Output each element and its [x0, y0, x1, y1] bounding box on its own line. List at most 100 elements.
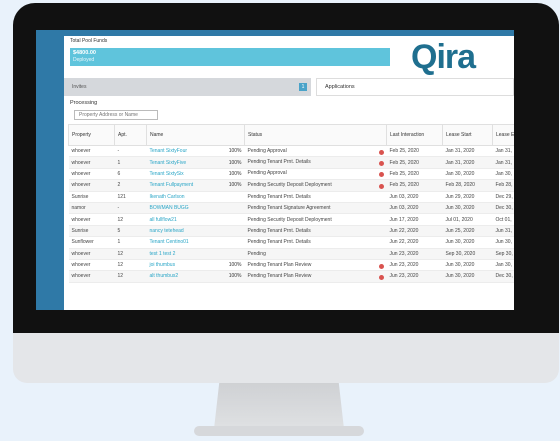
table-row[interactable]: whoever 1 100% Tenant SixtyFive Pending Tena… — [68, 156, 514, 169]
table-row[interactable]: whoever 6 100% Tenant SixtySix Pending Appro… — [68, 168, 514, 181]
progress-percent: 100% — [228, 148, 242, 155]
cell-apt-text: 5 — [117, 227, 121, 234]
cell-lease-end-text: Jan 30, — [495, 262, 512, 269]
cell-apt: 12 — [114, 248, 147, 260]
monitor-chin — [13, 333, 559, 383]
cell-name[interactable]: nancy tetehead — [146, 225, 245, 238]
search-input[interactable] — [74, 110, 158, 120]
cell-name[interactable]: Tenant Centino01 — [146, 236, 245, 249]
table-row[interactable]: whoever 12 test 1 test 2 Pending Jun 23, 202… — [68, 248, 514, 260]
cell-apt: 6 — [114, 168, 147, 181]
cell-apt-text: 12 — [117, 250, 124, 257]
cell-property: Sunflower — [68, 236, 115, 249]
cell-name[interactable]: Ikenath Carlson — [146, 191, 245, 203]
cell-last-interaction-text: Jun 03, 2020 — [389, 193, 419, 200]
cell-name[interactable]: 100% Tenant SixtyFive — [146, 156, 245, 169]
cell-apt-text: 12 — [117, 262, 124, 269]
cell-lease-end: Dec 30, — [492, 202, 514, 215]
cell-last-interaction-text: Jun 22, 2020 — [389, 227, 419, 234]
cell-last-interaction: Feb 25, 2020 — [386, 168, 443, 181]
cell-property: whoever — [68, 259, 115, 272]
cell-name-text: Tenant Fullpayment — [149, 182, 194, 189]
cell-property: whoever — [68, 248, 115, 260]
cell-property: Sunrise — [68, 191, 115, 203]
cell-lease-end: Jun 31, — [492, 225, 514, 238]
cell-lease-end-text: Jun 30, — [495, 239, 512, 246]
cell-status: Pending Security Deposit Deployment — [244, 179, 387, 192]
progress-percent: 100% — [228, 170, 242, 177]
table-row[interactable]: whoever 12 all fullflow21 Pending Security … — [68, 213, 514, 226]
funds-progress-bar: $4800.00 Deployed — [70, 48, 390, 66]
table-row[interactable]: Sunrise 5 nancy tetehead Pending Tenant Prn… — [68, 225, 514, 238]
cell-property: whoever — [68, 213, 115, 226]
col-header-property[interactable]: Property — [68, 124, 115, 146]
alert-icon — [378, 172, 384, 178]
cell-name[interactable]: 100% Tenant Fullpayment — [146, 179, 245, 192]
cell-name-text: Tenant SixtyFive — [149, 159, 187, 166]
cell-status: Pending — [244, 248, 387, 260]
cell-name[interactable]: 100% Tenant SixtyFour — [146, 145, 245, 158]
cell-last-interaction: Jun 23, 2020 — [386, 259, 443, 272]
col-header-name[interactable]: Name — [146, 124, 245, 146]
col-header-lease-end[interactable]: Lease End — [492, 124, 514, 146]
cell-lease-start-text: Jun 30, 2020 — [445, 262, 475, 269]
cell-lease-start-text: Jun 29, 2020 — [445, 193, 475, 200]
cell-name[interactable]: 100% Tenant SixtySix — [146, 168, 245, 181]
cell-lease-start-text: Jan 31, 2020 — [445, 159, 475, 166]
col-header-status[interactable]: Status — [244, 124, 387, 146]
cell-status: Pending Tenant Prnt. Details — [244, 156, 387, 169]
funds-label: Total Pool Funds — [70, 38, 108, 44]
tab-invites[interactable]: Invites 1 — [64, 78, 311, 96]
cell-status: Pending Tenant Plan Review — [244, 259, 387, 272]
cell-lease-end: Jun 30, — [492, 236, 514, 249]
cell-property: whoever — [68, 179, 115, 192]
cell-apt: 12 — [114, 213, 147, 226]
cell-apt: 2 — [114, 179, 147, 192]
cell-status-text: Pending Tenant Prnt. Details — [247, 239, 311, 246]
cell-name[interactable]: test 1 test 2 — [146, 248, 245, 260]
cell-status-text: Pending Tenant Plan Review — [247, 272, 312, 279]
cell-last-interaction: Jun 17, 2020 — [386, 213, 443, 226]
table-row[interactable]: whoever 12 100% joi thumbus Pending Tenant P… — [68, 259, 514, 272]
cell-name[interactable]: all fullflow21 — [146, 213, 245, 226]
progress-percent: 100% — [228, 262, 242, 269]
funds-amount: $4800.00 — [73, 50, 96, 56]
cell-apt: 1 — [114, 236, 147, 249]
cell-property-text: Sunflower — [71, 239, 94, 246]
cell-status: Pending Tenant Prnt. Details — [244, 191, 387, 203]
table-row[interactable]: namor - BOWMAN BUGG Pending Tenant Signatur… — [68, 202, 514, 215]
cell-status-text: Pending Approval — [247, 147, 287, 154]
cell-name[interactable]: BOWMAN BUGG — [146, 202, 245, 215]
cell-apt-text: - — [117, 205, 120, 212]
invites-count-badge: 1 — [299, 83, 307, 91]
cell-status-text: Pending Tenant Plan Review — [247, 261, 312, 268]
cell-name[interactable]: 100% alt thumbus2 — [146, 270, 245, 283]
tab-applications[interactable]: Applications — [316, 78, 514, 96]
cell-status-text: Pending Tenant Signature Agreement — [247, 205, 331, 212]
cell-lease-end: Jan 31, — [492, 145, 514, 158]
col-header-lease-start[interactable]: Lease Start — [442, 124, 493, 146]
table-row[interactable]: whoever 2 100% Tenant Fullpayment Pending Se… — [68, 179, 514, 192]
cell-property-text: Sunrise — [71, 227, 89, 234]
cell-status: Pending Approval — [244, 145, 387, 158]
cell-status: Pending Tenant Prnt. Details — [244, 225, 387, 238]
cell-lease-start: Feb 28, 2020 — [442, 179, 493, 192]
table-row[interactable]: whoever 12 100% alt thumbus2 Pending Tenant … — [68, 270, 514, 283]
col-header-apt[interactable]: Apt. — [114, 124, 147, 146]
cell-lease-end-text: Jan 31, — [495, 148, 512, 155]
table-row[interactable]: Sunrise 121 Ikenath Carlson Pending Tenant … — [68, 191, 514, 203]
alert-icon — [378, 183, 384, 189]
col-header-last-interaction[interactable]: Last Interaction — [386, 124, 443, 146]
cell-name[interactable]: 100% joi thumbus — [146, 259, 245, 272]
cell-last-interaction: Feb 25, 2020 — [386, 145, 443, 158]
table-row[interactable]: Sunflower 1 Tenant Centino01 Pending Tenant… — [68, 236, 514, 249]
table-row[interactable]: whoever - 100% Tenant SixtyFour Pending Appr… — [68, 145, 514, 158]
cell-status-text: Pending Approval — [247, 170, 287, 177]
cell-apt: 12 — [114, 270, 147, 283]
cell-lease-start-text: Jun 30, 2020 — [445, 273, 475, 280]
cell-property: namor — [68, 202, 115, 215]
cell-last-interaction: Jun 03, 2020 — [386, 202, 443, 215]
cell-apt: 5 — [114, 225, 147, 238]
cell-apt-text: 1 — [117, 159, 121, 166]
alert-icon — [378, 149, 384, 155]
